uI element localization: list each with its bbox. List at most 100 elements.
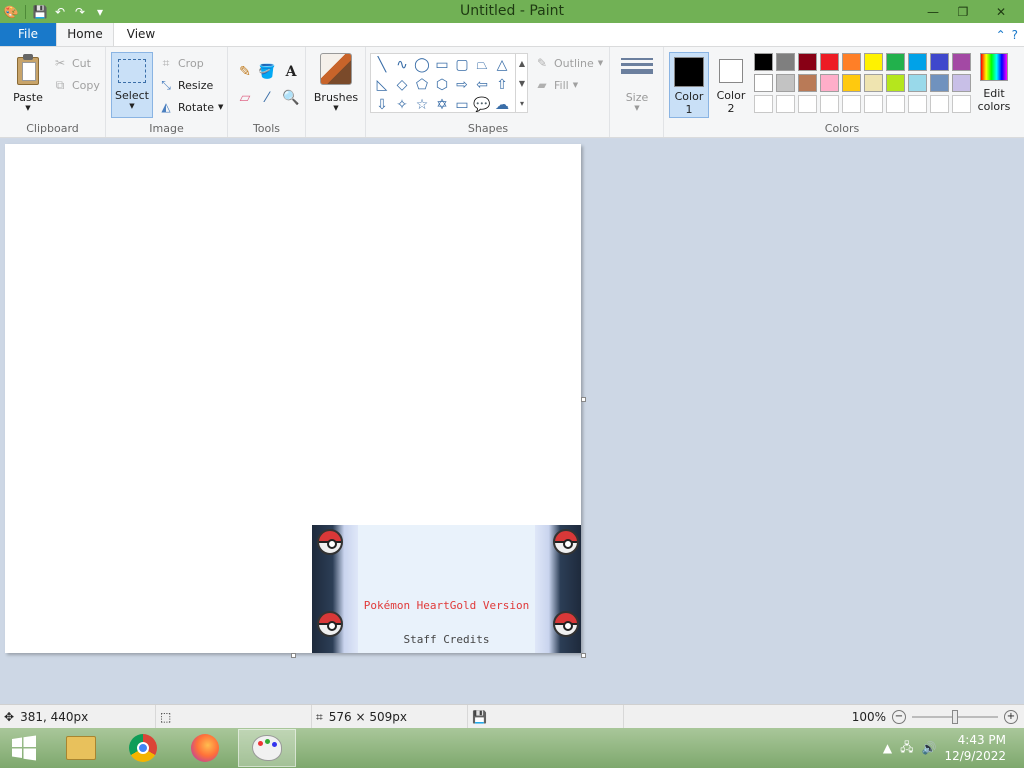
palette-color-swatch[interactable] bbox=[820, 53, 839, 71]
fill-bucket-icon[interactable]: 🪣 bbox=[256, 61, 278, 83]
triangle-shape-icon[interactable]: △ bbox=[492, 55, 512, 75]
curve-shape-icon[interactable]: ∿ bbox=[392, 55, 412, 75]
tab-file[interactable]: File bbox=[0, 23, 56, 46]
diamond-shape-icon[interactable]: ◇ bbox=[392, 75, 412, 95]
tab-home[interactable]: Home bbox=[56, 23, 114, 46]
line-shape-icon[interactable]: ╲ bbox=[372, 55, 392, 75]
palette-color-swatch[interactable] bbox=[864, 74, 883, 92]
polygon-shape-icon[interactable]: ⏢ bbox=[472, 55, 492, 75]
resize-handle-bottom[interactable] bbox=[291, 653, 296, 658]
up-arrow-shape-icon[interactable]: ⇧ bbox=[492, 75, 512, 95]
palette-color-swatch[interactable] bbox=[930, 53, 949, 71]
select-button[interactable]: Select ▼ bbox=[111, 52, 153, 118]
scroll-up-icon[interactable]: ▲ bbox=[519, 59, 525, 68]
magnifier-icon[interactable]: 🔍 bbox=[280, 87, 302, 109]
palette-color-swatch[interactable] bbox=[776, 53, 795, 71]
right-arrow-shape-icon[interactable]: ⇨ bbox=[452, 75, 472, 95]
text-icon[interactable]: A bbox=[280, 61, 302, 83]
start-button[interactable] bbox=[0, 729, 48, 767]
crop-button[interactable]: ⌗ Crop bbox=[158, 55, 204, 71]
palette-color-swatch[interactable] bbox=[798, 74, 817, 92]
taskbar-firefox[interactable] bbox=[176, 729, 234, 767]
volume-icon[interactable]: 🔊 bbox=[922, 741, 937, 755]
expand-gallery-icon[interactable]: ▾ bbox=[520, 99, 524, 108]
outline-button[interactable]: ✎ Outline ▼ bbox=[534, 55, 603, 71]
custom-color-slot[interactable] bbox=[908, 95, 927, 113]
pencil-icon[interactable]: ✎ bbox=[234, 61, 256, 83]
custom-color-slot[interactable] bbox=[776, 95, 795, 113]
four-point-star-shape-icon[interactable]: ✧ bbox=[392, 95, 412, 115]
minimize-ribbon-icon[interactable]: ⌃ bbox=[996, 28, 1006, 42]
zoom-in-button[interactable]: + bbox=[1004, 710, 1018, 724]
resize-handle-right[interactable] bbox=[581, 397, 586, 402]
shapes-scrollbar[interactable]: ▲ ▼ ▾ bbox=[515, 53, 528, 113]
right-triangle-shape-icon[interactable]: ◺ bbox=[372, 75, 392, 95]
palette-color-swatch[interactable] bbox=[820, 74, 839, 92]
five-point-star-shape-icon[interactable]: ☆ bbox=[412, 95, 432, 115]
custom-color-slot[interactable] bbox=[842, 95, 861, 113]
custom-color-slot[interactable] bbox=[930, 95, 949, 113]
eraser-icon[interactable]: ▱ bbox=[234, 87, 256, 109]
palette-color-swatch[interactable] bbox=[754, 74, 773, 92]
zoom-slider[interactable] bbox=[912, 710, 998, 724]
rectangle-shape-icon[interactable]: ▭ bbox=[432, 55, 452, 75]
custom-color-slot[interactable] bbox=[864, 95, 883, 113]
palette-color-swatch[interactable] bbox=[908, 53, 927, 71]
left-arrow-shape-icon[interactable]: ⇦ bbox=[472, 75, 492, 95]
oval-callout-shape-icon[interactable]: 💬 bbox=[472, 95, 492, 115]
clock[interactable]: 4:43 PM 12/9/2022 bbox=[944, 732, 1006, 764]
help-icon[interactable]: ? bbox=[1012, 28, 1018, 42]
rotate-button[interactable]: ◭ Rotate ▼ bbox=[158, 99, 223, 115]
custom-color-slot[interactable] bbox=[820, 95, 839, 113]
show-hidden-icons-icon[interactable]: ▲ bbox=[883, 741, 892, 755]
zoom-slider-thumb[interactable] bbox=[952, 710, 958, 724]
brushes-button[interactable]: Brushes ▼ bbox=[312, 53, 360, 112]
color2-button[interactable]: Color 2 bbox=[712, 52, 750, 118]
resize-handle-corner[interactable] bbox=[581, 653, 586, 658]
rounded-rectangle-shape-icon[interactable]: ▢ bbox=[452, 55, 472, 75]
down-arrow-shape-icon[interactable]: ⇩ bbox=[372, 95, 392, 115]
palette-color-swatch[interactable] bbox=[886, 53, 905, 71]
palette-color-swatch[interactable] bbox=[776, 74, 795, 92]
taskbar-paint[interactable] bbox=[238, 729, 296, 767]
fill-button[interactable]: ▰ Fill ▼ bbox=[534, 77, 578, 93]
copy-button[interactable]: ⧉ Copy bbox=[52, 77, 100, 93]
oval-shape-icon[interactable]: ◯ bbox=[412, 55, 432, 75]
paste-button[interactable]: Paste ▼ bbox=[8, 53, 48, 112]
rounded-callout-shape-icon[interactable]: ▭ bbox=[452, 95, 472, 115]
taskbar-chrome[interactable] bbox=[114, 729, 172, 767]
drawing-canvas[interactable]: Pokémon HeartGold Version Staff Credits bbox=[5, 144, 581, 653]
palette-color-swatch[interactable] bbox=[952, 74, 971, 92]
zoom-out-button[interactable]: − bbox=[892, 710, 906, 724]
close-button[interactable]: ✕ bbox=[978, 0, 1024, 23]
minimize-button[interactable]: — bbox=[918, 0, 948, 23]
tab-view[interactable]: View bbox=[114, 23, 168, 46]
cut-button[interactable]: ✂ Cut bbox=[52, 55, 91, 71]
resize-button[interactable]: ⤡ Resize bbox=[158, 77, 213, 93]
custom-color-slot[interactable] bbox=[754, 95, 773, 113]
custom-color-slot[interactable] bbox=[952, 95, 971, 113]
cloud-callout-shape-icon[interactable]: ☁ bbox=[492, 95, 512, 115]
palette-color-swatch[interactable] bbox=[864, 53, 883, 71]
palette-color-swatch[interactable] bbox=[842, 53, 861, 71]
edit-colors-button[interactable]: Edit colors bbox=[972, 53, 1016, 113]
color-picker-icon[interactable]: ⁄ bbox=[256, 87, 278, 109]
palette-color-swatch[interactable] bbox=[908, 74, 927, 92]
palette-color-swatch[interactable] bbox=[842, 74, 861, 92]
network-icon[interactable]: 🖧 bbox=[900, 738, 913, 759]
palette-color-swatch[interactable] bbox=[930, 74, 949, 92]
color1-button[interactable]: Color 1 bbox=[669, 52, 709, 118]
palette-color-swatch[interactable] bbox=[798, 53, 817, 71]
palette-color-swatch[interactable] bbox=[886, 74, 905, 92]
palette-color-swatch[interactable] bbox=[952, 53, 971, 71]
custom-color-slot[interactable] bbox=[886, 95, 905, 113]
six-point-star-shape-icon[interactable]: ✡ bbox=[432, 95, 452, 115]
taskbar-file-explorer[interactable] bbox=[52, 729, 110, 767]
size-button[interactable]: Size ▼ bbox=[616, 55, 658, 112]
hexagon-shape-icon[interactable]: ⬡ bbox=[432, 75, 452, 95]
scroll-down-icon[interactable]: ▼ bbox=[519, 79, 525, 88]
palette-color-swatch[interactable] bbox=[754, 53, 773, 71]
custom-color-slot[interactable] bbox=[798, 95, 817, 113]
restore-button[interactable]: ❐ bbox=[948, 0, 978, 23]
pasted-image[interactable]: Pokémon HeartGold Version Staff Credits bbox=[312, 525, 581, 653]
